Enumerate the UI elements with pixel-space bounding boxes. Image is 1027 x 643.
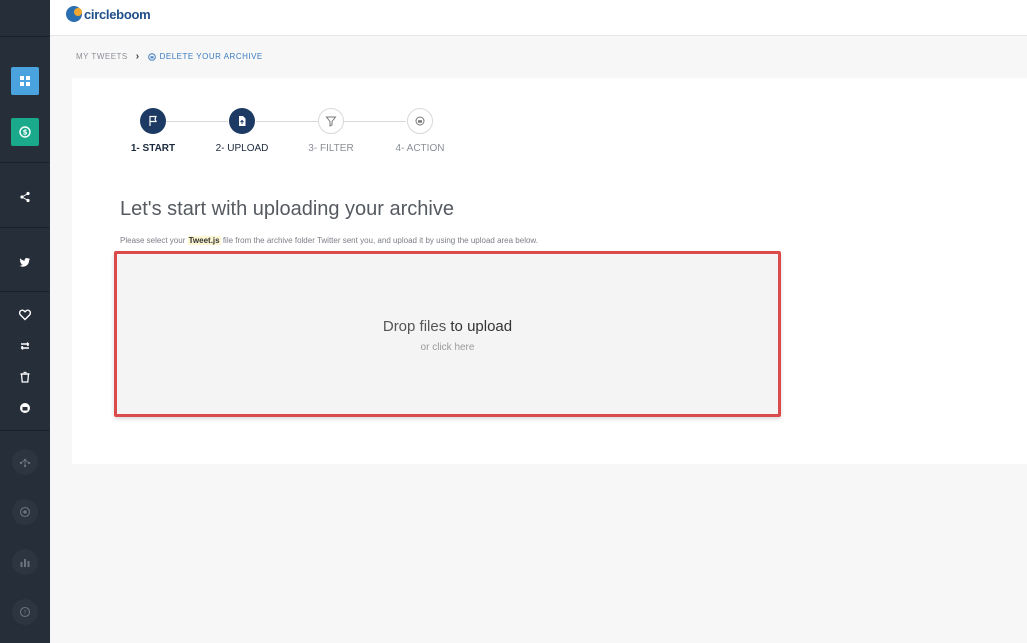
- sidebar-item-retweets[interactable]: [11, 332, 39, 360]
- sidebar-divider: [0, 162, 50, 163]
- sidebar: $ ?: [0, 0, 50, 643]
- step-start-circle: [140, 108, 166, 134]
- sidebar-divider: [0, 227, 50, 228]
- top-bar: circleboom: [50, 0, 1027, 36]
- instruction-suffix: file from the archive folder Twitter sen…: [222, 236, 538, 245]
- step-action-circle: [407, 108, 433, 134]
- sidebar-divider: [0, 430, 50, 431]
- step-upload-circle: [229, 108, 255, 134]
- breadcrumb-current: DELETE YOUR ARCHIVE: [147, 52, 263, 61]
- retweet-icon: [20, 342, 30, 350]
- dropzone-title: Drop files to upload: [117, 318, 778, 335]
- step-upload[interactable]: 2- UPLOAD: [208, 108, 276, 154]
- flag-icon: [149, 115, 157, 126]
- archive-action-icon: [415, 116, 425, 126]
- step-action[interactable]: 4- ACTION: [386, 108, 454, 154]
- sidebar-item-network[interactable]: [12, 449, 38, 475]
- instruction-prefix: Please select your: [120, 236, 186, 245]
- sidebar-item-archive[interactable]: [11, 394, 39, 422]
- file-upload-icon: [239, 116, 246, 126]
- sidebar-item-dashboard[interactable]: [11, 67, 39, 95]
- sidebar-item-share[interactable]: [11, 183, 39, 211]
- brand-logo[interactable]: circleboom: [66, 6, 151, 22]
- sidebar-divider: [0, 36, 50, 37]
- breadcrumb-my-tweets[interactable]: MY TWEETS: [76, 52, 128, 61]
- archive-small-icon: [147, 52, 156, 61]
- step-upload-label: 2- UPLOAD: [215, 143, 269, 154]
- sidebar-item-billing[interactable]: $: [11, 118, 39, 146]
- filter-icon: [325, 116, 337, 127]
- share-icon: [20, 191, 30, 203]
- step-filter-label: 3- FILTER: [308, 143, 354, 154]
- step-filter-circle: [318, 108, 344, 134]
- dashboard-icon: [20, 76, 30, 86]
- sidebar-item-likes[interactable]: [11, 301, 39, 329]
- chart-icon: [20, 559, 30, 567]
- archive-icon: [20, 403, 30, 413]
- instruction-filename: Tweet.js: [187, 236, 221, 245]
- file-dropzone[interactable]: Drop files to upload or click here: [114, 251, 781, 417]
- sidebar-item-circle[interactable]: [12, 499, 38, 525]
- logo-mark-icon: [66, 6, 82, 22]
- sidebar-item-analytics[interactable]: [12, 549, 38, 575]
- sidebar-item-delete[interactable]: [11, 363, 39, 391]
- twitter-icon: [19, 258, 30, 267]
- circle-icon: [19, 506, 31, 518]
- step-filter[interactable]: 3- FILTER: [298, 108, 364, 154]
- svg-text:?: ?: [23, 609, 26, 616]
- network-icon: [19, 458, 31, 468]
- svg-text:$: $: [23, 129, 28, 137]
- step-action-label: 4- ACTION: [395, 143, 445, 154]
- brand-name: circleboom: [84, 6, 151, 22]
- chevron-right-icon: ›: [135, 51, 140, 62]
- dropzone-subtitle: or click here: [420, 342, 475, 353]
- sidebar-item-twitter[interactable]: [11, 248, 39, 276]
- sidebar-item-help[interactable]: ?: [12, 599, 38, 625]
- breadcrumb-current-label: DELETE YOUR ARCHIVE: [159, 52, 263, 61]
- step-start-label: 1- START: [130, 143, 176, 154]
- step-start[interactable]: 1- START: [120, 108, 186, 154]
- trash-icon: [20, 371, 30, 383]
- sidebar-divider: [0, 291, 50, 292]
- dropzone-title-prefix: Drop files: [382, 318, 447, 335]
- dollar-icon: $: [19, 126, 31, 138]
- dropzone-title-bold: to upload: [450, 318, 513, 335]
- upload-instruction: Please select your Tweet.js file from th…: [120, 236, 538, 245]
- help-icon: ?: [19, 606, 31, 618]
- page-title: Let's start with uploading your archive: [120, 198, 454, 220]
- heart-icon: [19, 309, 31, 321]
- breadcrumb: MY TWEETS › DELETE YOUR ARCHIVE: [76, 51, 263, 62]
